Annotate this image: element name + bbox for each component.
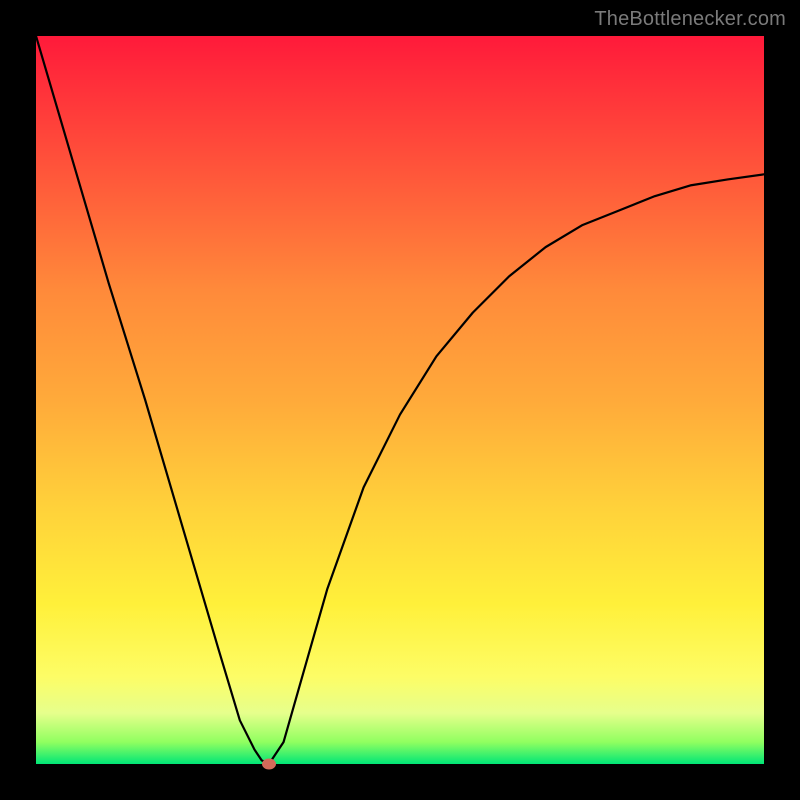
optimal-point-marker (262, 759, 276, 770)
chart-plot-area (36, 36, 764, 764)
attribution-label: TheBottlenecker.com (594, 8, 786, 31)
bottleneck-curve (36, 36, 764, 764)
